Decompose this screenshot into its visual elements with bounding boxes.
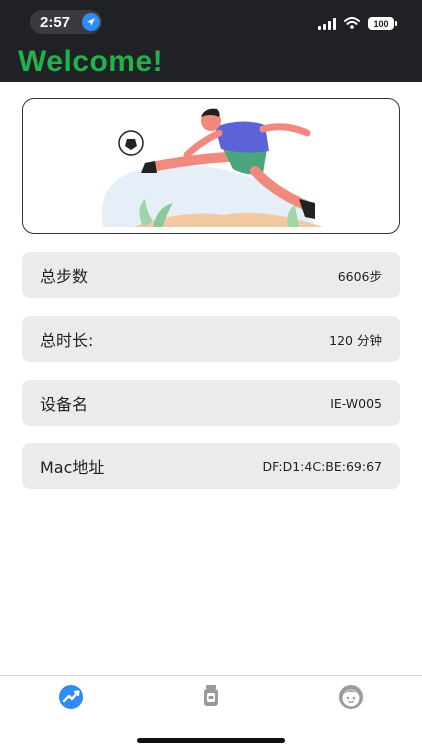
activity-chart-icon [59,685,83,709]
total-steps-label: 总步数 [40,267,89,286]
app-header: 2:57 100 Welcome! [0,0,422,82]
battery-level: 100 [373,18,389,29]
status-time: 2:57 [40,13,71,31]
cellular-signal-icon [318,17,336,30]
total-steps-card: 总步数 6606步 [22,252,400,298]
mac-address-label: Mac地址 [40,458,105,477]
total-steps-value: 6606步 [337,268,382,284]
total-duration-value: 120 分钟 [329,332,382,348]
tab-activity[interactable] [56,682,86,712]
device-name-value: IE-W005 [330,395,382,411]
status-indicators: 100 [318,14,397,33]
status-bar: 2:57 100 [0,0,422,44]
tab-device[interactable] [196,682,226,712]
device-name-card: 设备名 IE-W005 [22,380,400,426]
battery-icon: 100 [368,17,397,30]
app-screen: 2:57 100 Welcome! 总步数 6606步 总时长: 120 分钟 … [0,0,422,750]
tab-profile[interactable] [336,682,366,712]
home-indicator[interactable] [137,738,285,743]
soccer-banner [22,98,400,234]
wifi-icon [344,14,360,33]
status-time-pill: 2:57 [30,10,102,34]
profile-face-icon [339,685,363,709]
page-title: Welcome! [18,45,164,78]
total-duration-card: 总时长: 120 分钟 [22,316,400,362]
total-duration-label: 总时长: [40,331,94,350]
watch-device-icon [204,685,218,706]
soccer-player-illustration [101,108,323,227]
mac-address-value: DF:D1:4C:BE:69:67 [262,458,382,474]
device-name-label: 设备名 [40,395,89,414]
location-arrow-icon [82,13,100,31]
mac-address-card: Mac地址 DF:D1:4C:BE:69:67 [22,443,400,489]
